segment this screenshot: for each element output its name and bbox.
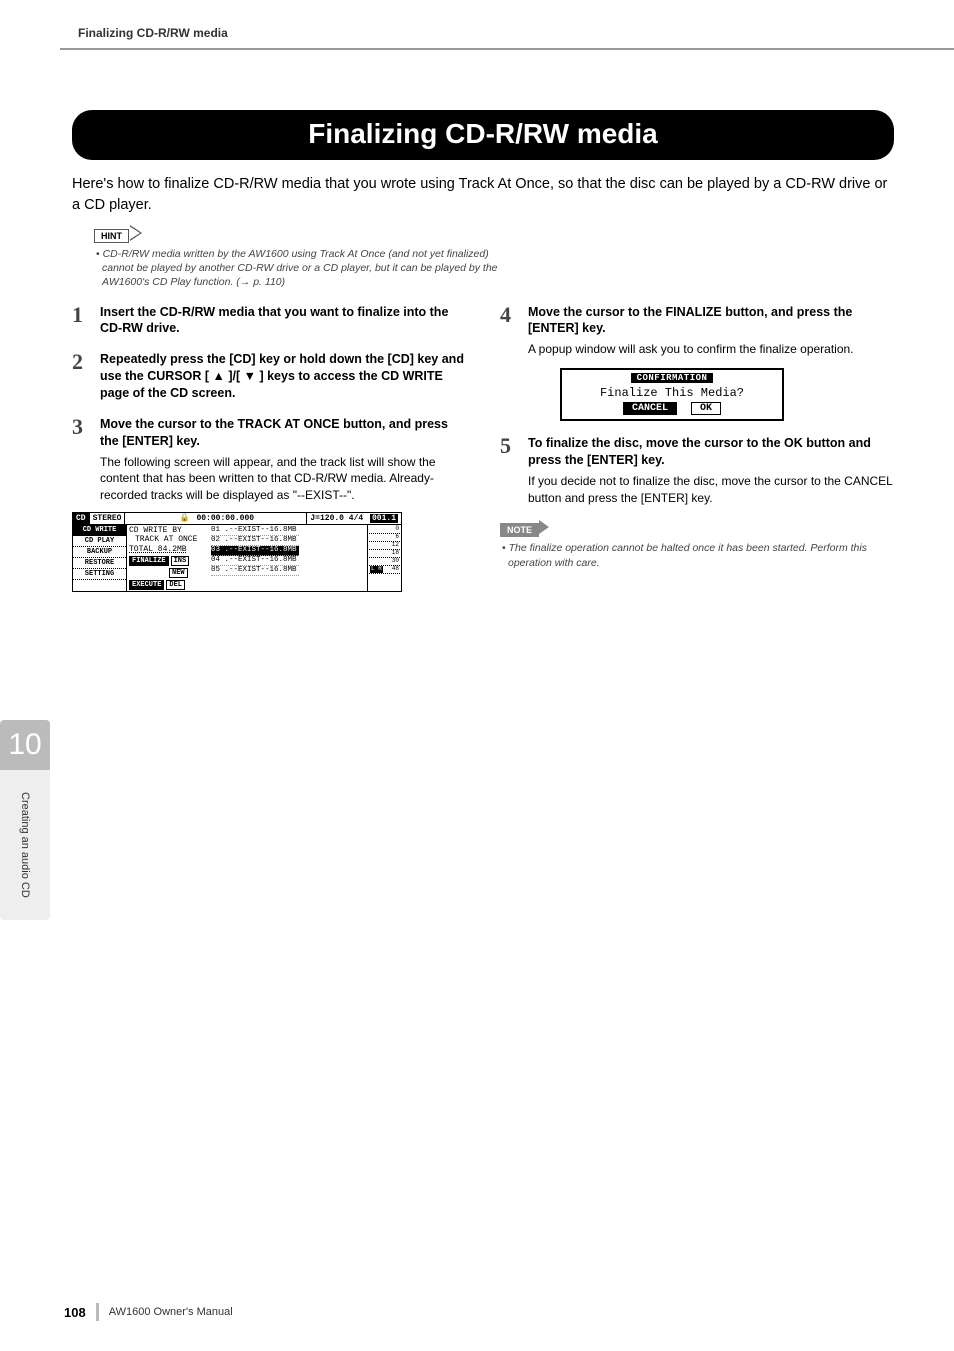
intro-text: Here's how to finalize CD-R/RW media tha… <box>72 174 894 216</box>
cd-panel: CD WRITE BY TRACK AT ONCE TOTAL 84.2MB F… <box>127 525 367 591</box>
step-number: 2 <box>72 351 90 373</box>
hint-text: CD-R/RW media written by the AW1600 usin… <box>94 247 514 290</box>
dialog-titlebar: CONFIRMATION <box>631 373 714 383</box>
page-title: Finalizing CD-R/RW media <box>72 110 894 160</box>
cd-tempo: J=120.0 4/4 <box>310 514 363 523</box>
ins-button[interactable]: INS <box>171 556 190 566</box>
ok-button[interactable]: OK <box>691 402 721 415</box>
new-button[interactable]: NEW <box>169 568 188 578</box>
header-breadcrumb: Finalizing CD-R/RW media <box>78 26 228 40</box>
step-body: The following screen will appear, and th… <box>100 454 466 504</box>
step-number: 5 <box>500 435 518 457</box>
cd-mode: STEREO <box>90 513 126 524</box>
meter-mark: 48 <box>392 565 399 572</box>
dialog-message: Finalize This Media? <box>562 386 782 400</box>
tab-restore[interactable]: RESTORE <box>73 558 126 569</box>
step-title: To finalize the disc, move the cursor to… <box>528 435 894 469</box>
cd-time: 00:00:00.000 <box>196 514 254 523</box>
track-list: 01 .--EXIST--16.8MB 02 .--EXIST--16.8MB … <box>211 526 299 576</box>
page-footer: 108 AW1600 Owner's Manual <box>64 1303 233 1321</box>
step-number: 4 <box>500 304 518 326</box>
lock-icon: 🔒 <box>178 514 192 523</box>
track-row: 04 .--EXIST--16.8MB <box>211 556 299 566</box>
level-meter: 0 6 12 18 30 L R 48 <box>367 525 401 591</box>
cd-bar: 001.1 <box>370 514 398 523</box>
meter-lr: L R <box>370 566 383 573</box>
hint-label: HINT <box>94 229 129 243</box>
chapter-side-label: Creating an audio CD <box>0 770 50 920</box>
cd-tabs: CD WRITE CD PLAY BACKUP RESTORE SETTING <box>73 525 127 591</box>
track-row: 05 .--EXIST--16.8MB <box>211 566 299 576</box>
cd-label: CD <box>73 513 90 524</box>
track-row: 03 .--EXIST--16.8MB <box>211 546 299 556</box>
note-text: The finalize operation cannot be halted … <box>500 541 894 569</box>
left-column: 1 Insert the CD-R/RW media that you want… <box>72 304 466 606</box>
step-number: 1 <box>72 304 90 326</box>
tab-backup[interactable]: BACKUP <box>73 547 126 558</box>
note-label: NOTE <box>500 523 539 537</box>
page-number: 108 <box>64 1305 86 1320</box>
track-row: 02 .--EXIST--16.8MB <box>211 536 299 546</box>
hint-box: HINT CD-R/RW media written by the AW1600… <box>94 226 894 290</box>
tab-cdwrite[interactable]: CD WRITE <box>73 525 126 536</box>
step-title: Insert the CD-R/RW media that you want t… <box>100 304 466 338</box>
tab-setting[interactable]: SETTING <box>73 569 126 580</box>
step-body: A popup window will ask you to confirm t… <box>528 341 894 358</box>
right-column: 4 Move the cursor to the FINALIZE button… <box>500 304 894 606</box>
step-2: 2 Repeatedly press the [CD] key or hold … <box>72 351 466 402</box>
step-1: 1 Insert the CD-R/RW media that you want… <box>72 304 466 338</box>
del-button[interactable]: DEL <box>166 580 185 590</box>
confirmation-dialog: CONFIRMATION Finalize This Media? CANCEL… <box>560 368 784 421</box>
tab-cdplay[interactable]: CD PLAY <box>73 536 126 547</box>
step-number: 3 <box>72 416 90 438</box>
manual-title: AW1600 Owner's Manual <box>109 1306 233 1318</box>
note-box: NOTE The finalize operation cannot be ha… <box>500 520 894 569</box>
step-title: Move the cursor to the FINALIZE button, … <box>528 304 894 338</box>
execute-button[interactable]: EXECUTE <box>129 580 164 590</box>
page-header: Finalizing CD-R/RW media <box>60 24 954 50</box>
cd-screen-figure: CD STEREO 🔒 00:00:00.000 J=120.0 4/4 001… <box>72 512 402 592</box>
track-row: 01 .--EXIST--16.8MB <box>211 526 299 536</box>
step-3: 3 Move the cursor to the TRACK AT ONCE b… <box>72 416 466 592</box>
finalize-button[interactable]: FINALIZE <box>129 556 169 566</box>
cancel-button[interactable]: CANCEL <box>623 402 677 415</box>
chapter-number: 10 <box>0 720 50 770</box>
step-title: Repeatedly press the [CD] key or hold do… <box>100 351 466 402</box>
footer-divider <box>96 1303 99 1321</box>
step-body: If you decide not to finalize the disc, … <box>528 473 894 507</box>
step-title: Move the cursor to the TRACK AT ONCE but… <box>100 416 466 450</box>
step-4: 4 Move the cursor to the FINALIZE button… <box>500 304 894 422</box>
step-5: 5 To finalize the disc, move the cursor … <box>500 435 894 506</box>
page-content: Finalizing CD-R/RW media Here's how to f… <box>72 110 894 606</box>
